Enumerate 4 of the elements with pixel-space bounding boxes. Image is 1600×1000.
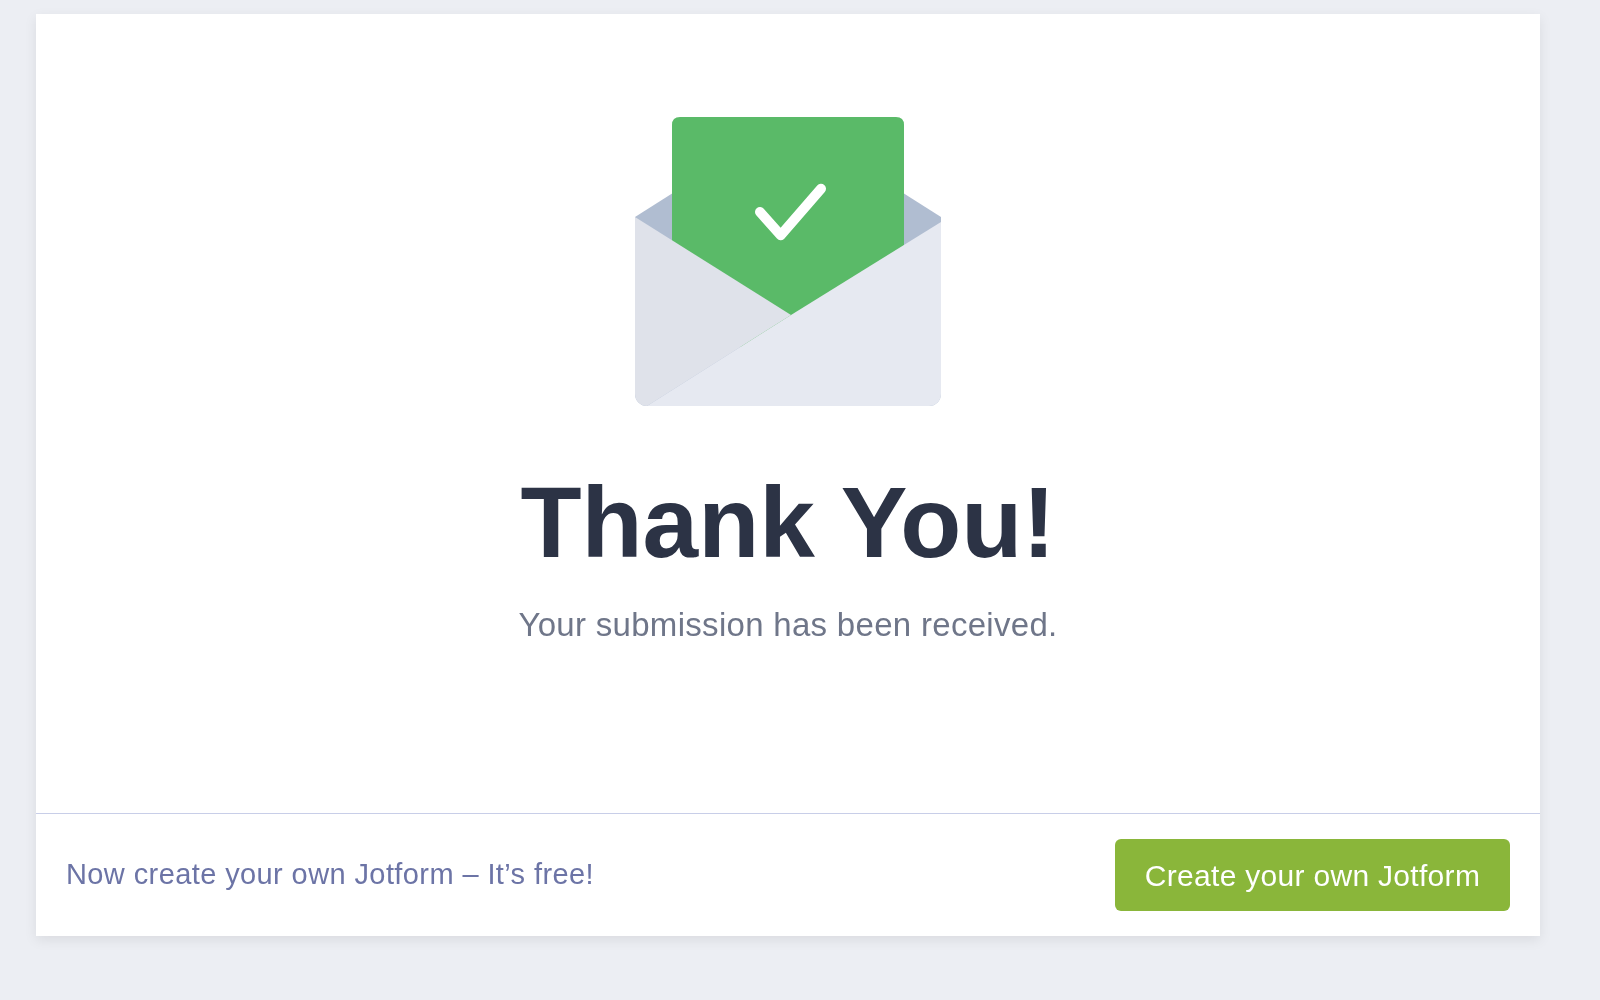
promo-text: Now create your own Jotform – It’s free! [66, 857, 594, 893]
create-form-button[interactable]: Create your own Jotform [1115, 839, 1510, 911]
thank-you-title: Thank You! [520, 472, 1056, 572]
submission-message: Your submission has been received. [518, 606, 1058, 644]
